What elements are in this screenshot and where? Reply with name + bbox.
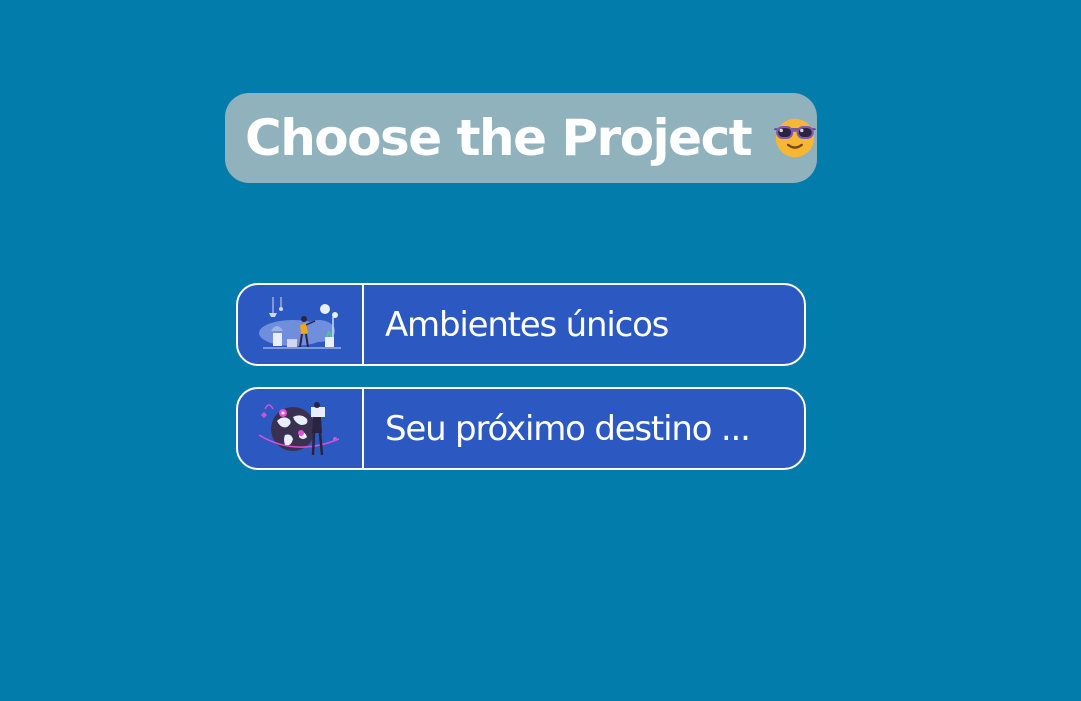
- sunglasses-face-icon: [774, 118, 816, 158]
- page-title-banner: Choose the Project: [225, 93, 817, 183]
- page: Choose the Project Ambientes únicos Seu …: [0, 0, 1081, 701]
- project-card-destino[interactable]: Seu próximo destino ...: [236, 387, 806, 470]
- world-travel-illustration-icon: [258, 401, 340, 455]
- project-label: Seu próximo destino ...: [385, 408, 751, 449]
- page-title: Choose the Project: [245, 109, 753, 167]
- interior-design-illustration-icon: [259, 296, 341, 348]
- project-thumbnail: [238, 389, 364, 468]
- project-label: Ambientes únicos: [385, 304, 669, 345]
- project-thumbnail: [238, 285, 364, 364]
- project-card-ambientes[interactable]: Ambientes únicos: [236, 283, 806, 366]
